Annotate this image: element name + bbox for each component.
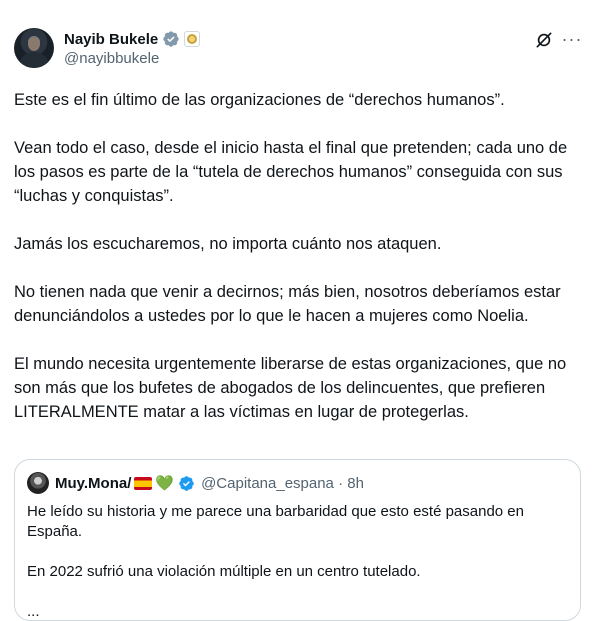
verified-badge-icon — [179, 475, 194, 491]
quoted-paragraph: En 2022 sufrió una violación múltiple en… — [27, 563, 421, 580]
post: Nayib Bukele @nayibbukele ··· Este es el… — [0, 0, 609, 621]
quoted-ellipsis: ... — [27, 603, 40, 620]
author-handle[interactable]: @nayibbukele — [64, 50, 159, 67]
quoted-author-name: Muy.Mona/ — [55, 474, 132, 492]
post-paragraph: Este es el fin último de las organizacio… — [14, 91, 505, 109]
quoted-post-header: Muy.Mona/ 💚 @Capitana_espana · 8h — [27, 472, 364, 494]
post-paragraph: El mundo necesita urgentemente liberarse… — [14, 355, 567, 421]
quoted-post-text: He leído su historia y me parece una bar… — [27, 502, 557, 620]
quoted-author-handle-time: @Capitana_espana · 8h — [201, 474, 364, 492]
author-avatar[interactable] — [14, 28, 54, 68]
verified-badge-icon[interactable] — [162, 30, 180, 48]
quoted-author-avatar — [27, 472, 49, 494]
quoted-post[interactable]: Muy.Mona/ 💚 @Capitana_espana · 8h He leí… — [14, 459, 581, 621]
green-heart-icon: 💚 — [155, 475, 175, 492]
author-display-name[interactable]: Nayib Bukele — [64, 31, 158, 48]
avatar-shoulders — [20, 52, 48, 68]
more-options-icon[interactable]: ··· — [562, 29, 582, 49]
grok-icon[interactable] — [534, 30, 554, 50]
affiliate-seal — [187, 34, 198, 44]
post-text: Este es el fin último de las organizacio… — [14, 88, 589, 448]
post-paragraph: No tienen nada que venir a decirnos; más… — [14, 283, 561, 325]
author-name-row: Nayib Bukele — [64, 29, 201, 49]
post-paragraph: Vean todo el caso, desde el inicio hasta… — [14, 139, 568, 205]
affiliate-badge-icon[interactable] — [184, 31, 201, 47]
avatar-face — [28, 37, 40, 51]
spain-flag-icon — [134, 476, 153, 490]
post-paragraph: Jamás los escucharemos, no importa cuánt… — [14, 235, 442, 253]
quoted-paragraph: He leído su historia y me parece una bar… — [27, 503, 524, 540]
